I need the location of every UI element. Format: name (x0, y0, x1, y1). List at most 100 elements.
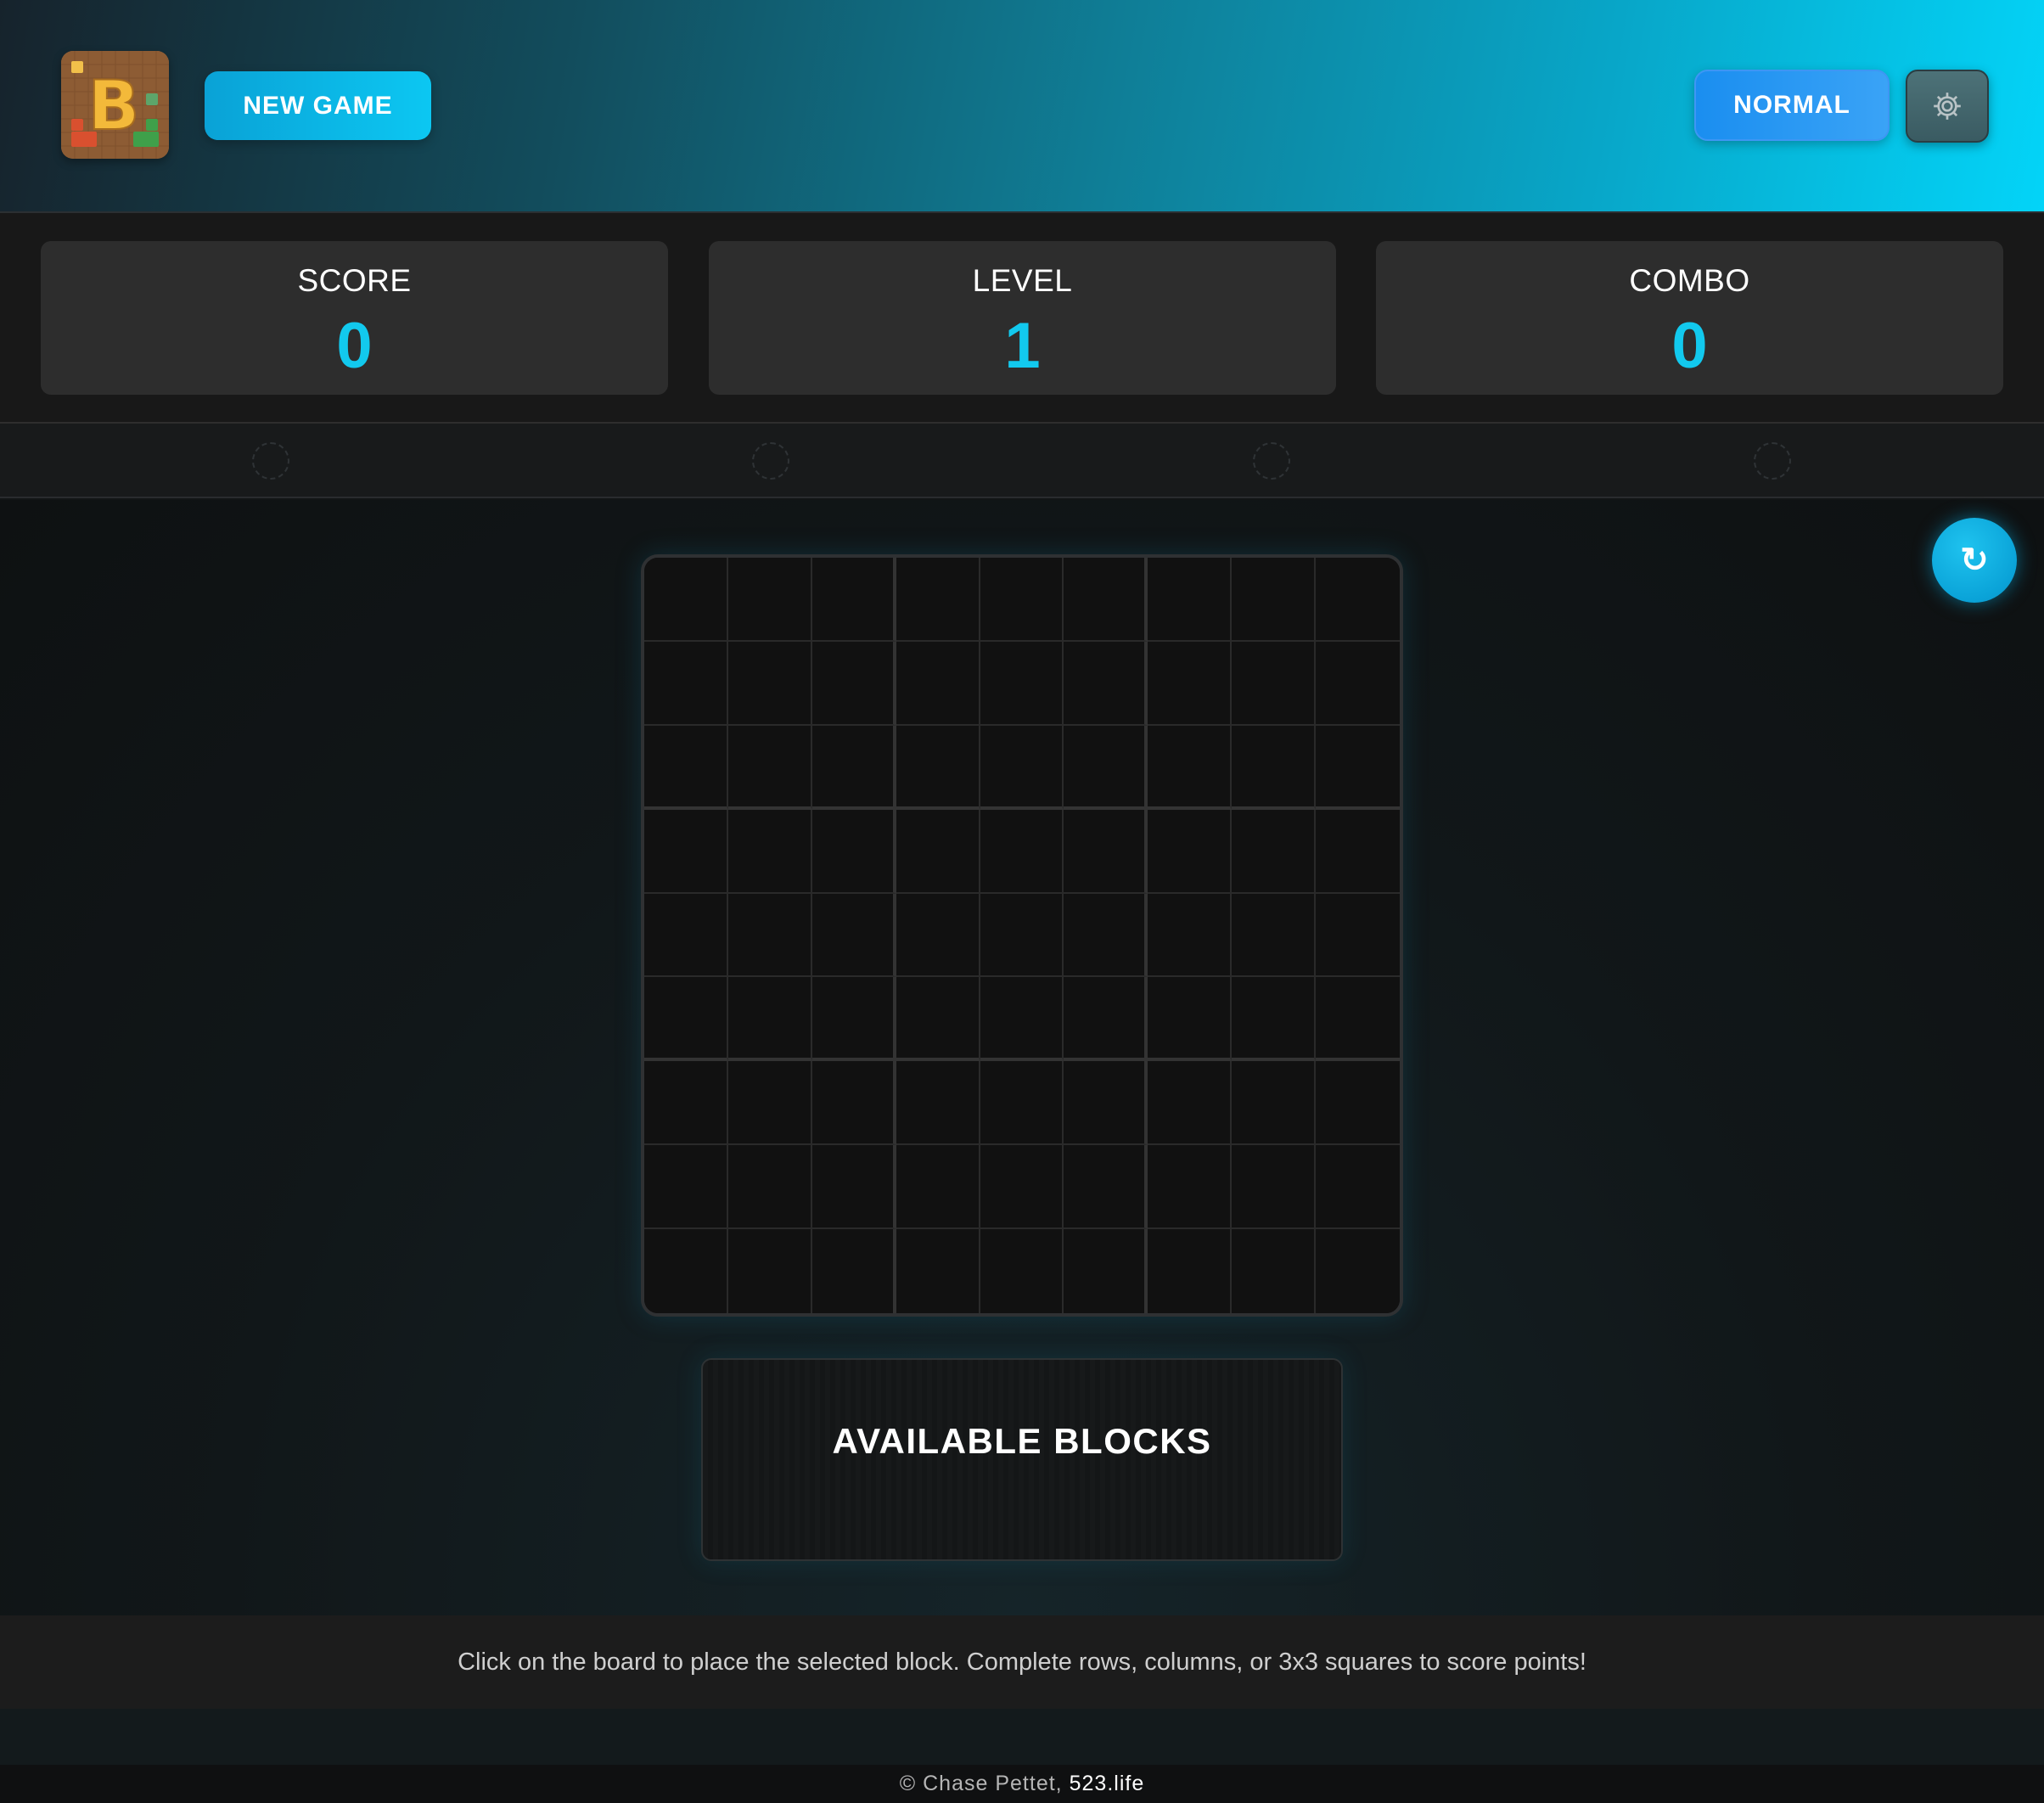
board-cell[interactable] (811, 641, 896, 726)
board-cell[interactable] (1064, 1229, 1148, 1313)
board-cell[interactable] (1148, 809, 1233, 894)
game-board[interactable] (641, 554, 1403, 1317)
board-cell[interactable] (811, 893, 896, 978)
powerup-slot (1253, 442, 1290, 480)
board-cell[interactable] (1232, 558, 1317, 642)
board-cell[interactable] (811, 1145, 896, 1230)
settings-button[interactable] (1906, 70, 1989, 143)
board-cell[interactable] (644, 558, 728, 642)
board-cell[interactable] (896, 558, 980, 642)
board-cell[interactable] (980, 977, 1064, 1062)
board-cell[interactable] (896, 809, 980, 894)
board-cell[interactable] (727, 1061, 812, 1146)
difficulty-button[interactable]: NORMAL (1694, 70, 1890, 141)
board-cell[interactable] (1316, 725, 1400, 810)
board-cell[interactable] (1064, 1061, 1148, 1146)
header-bar: B NEW GAME NORMAL (0, 0, 2044, 213)
board-cell[interactable] (1316, 809, 1400, 894)
board-cell[interactable] (1148, 558, 1233, 642)
board-cell[interactable] (727, 1229, 812, 1313)
board-cell[interactable] (1064, 558, 1148, 642)
site-link[interactable]: 523.life (1070, 1772, 1145, 1796)
board-cell[interactable] (644, 641, 728, 726)
board-cell[interactable] (1316, 893, 1400, 978)
board-cell[interactable] (811, 1061, 896, 1146)
board-cell[interactable] (980, 641, 1064, 726)
board-cell[interactable] (980, 1061, 1064, 1146)
board-cell[interactable] (1316, 641, 1400, 726)
board-cell[interactable] (1148, 641, 1233, 726)
combo-value: 0 (1671, 310, 1708, 382)
board-cell[interactable] (1148, 1061, 1233, 1146)
board-cell[interactable] (1148, 977, 1233, 1062)
copyright-text: © Chase Pettet, (899, 1772, 1063, 1795)
board-cell[interactable] (980, 558, 1064, 642)
board-cell[interactable] (1148, 725, 1233, 810)
board-cell[interactable] (644, 725, 728, 810)
board-cell[interactable] (1148, 893, 1233, 978)
board-cell[interactable] (980, 1145, 1064, 1230)
restart-button[interactable]: ↻ (1932, 518, 2017, 603)
board-grid[interactable] (644, 558, 1400, 1313)
board-cell[interactable] (644, 1229, 728, 1313)
board-cell[interactable] (896, 641, 980, 726)
board-cell[interactable] (1232, 1061, 1317, 1146)
board-cell[interactable] (1064, 725, 1148, 810)
board-cell[interactable] (727, 977, 812, 1062)
board-cell[interactable] (1064, 893, 1148, 978)
board-cell[interactable] (727, 558, 812, 642)
board-cell[interactable] (1148, 1229, 1233, 1313)
board-cell[interactable] (1316, 1061, 1400, 1146)
board-cell[interactable] (727, 1145, 812, 1230)
board-cell[interactable] (1316, 558, 1400, 642)
board-cell[interactable] (1232, 977, 1317, 1062)
board-cell[interactable] (896, 1061, 980, 1146)
board-cell[interactable] (1232, 641, 1317, 726)
board-cell[interactable] (1232, 809, 1317, 894)
board-cell[interactable] (644, 893, 728, 978)
board-cell[interactable] (644, 809, 728, 894)
board-cell[interactable] (980, 893, 1064, 978)
board-cell[interactable] (1316, 977, 1400, 1062)
stats-bar: SCORE 0 LEVEL 1 COMBO 0 (0, 213, 2044, 424)
available-blocks-panel: AVAILABLE BLOCKS (701, 1358, 1343, 1561)
board-cell[interactable] (811, 1229, 896, 1313)
board-cell[interactable] (896, 977, 980, 1062)
combo-label: COMBO (1629, 263, 1750, 298)
board-cell[interactable] (727, 725, 812, 810)
board-cell[interactable] (1316, 1145, 1400, 1230)
board-cell[interactable] (896, 893, 980, 978)
board-cell[interactable] (644, 1061, 728, 1146)
board-cell[interactable] (1232, 1145, 1317, 1230)
board-cell[interactable] (1064, 977, 1148, 1062)
board-cell[interactable] (896, 1145, 980, 1230)
board-cell[interactable] (980, 1229, 1064, 1313)
board-cell[interactable] (727, 893, 812, 978)
board-cell[interactable] (980, 809, 1064, 894)
board-cell[interactable] (644, 977, 728, 1062)
level-label: LEVEL (972, 263, 1073, 298)
board-cell[interactable] (1064, 641, 1148, 726)
score-card: SCORE 0 (41, 241, 668, 395)
board-cell[interactable] (1316, 1229, 1400, 1313)
board-cell[interactable] (727, 641, 812, 726)
board-cell[interactable] (896, 1229, 980, 1313)
board-cell[interactable] (811, 725, 896, 810)
available-blocks-title: AVAILABLE BLOCKS (832, 1421, 1212, 1461)
board-cell[interactable] (1064, 1145, 1148, 1230)
board-cell[interactable] (980, 725, 1064, 810)
new-game-button[interactable]: NEW GAME (205, 71, 431, 140)
board-cell[interactable] (811, 809, 896, 894)
combo-card: COMBO 0 (1376, 241, 2003, 395)
board-cell[interactable] (1064, 809, 1148, 894)
board-cell[interactable] (896, 725, 980, 810)
board-cell[interactable] (1232, 1229, 1317, 1313)
board-cell[interactable] (1148, 1145, 1233, 1230)
board-cell[interactable] (727, 809, 812, 894)
board-cell[interactable] (811, 558, 896, 642)
board-cell[interactable] (811, 977, 896, 1062)
board-cell[interactable] (1232, 725, 1317, 810)
board-cell[interactable] (1232, 893, 1317, 978)
footer: © Chase Pettet, 523.life (0, 1765, 2044, 1803)
board-cell[interactable] (644, 1145, 728, 1230)
